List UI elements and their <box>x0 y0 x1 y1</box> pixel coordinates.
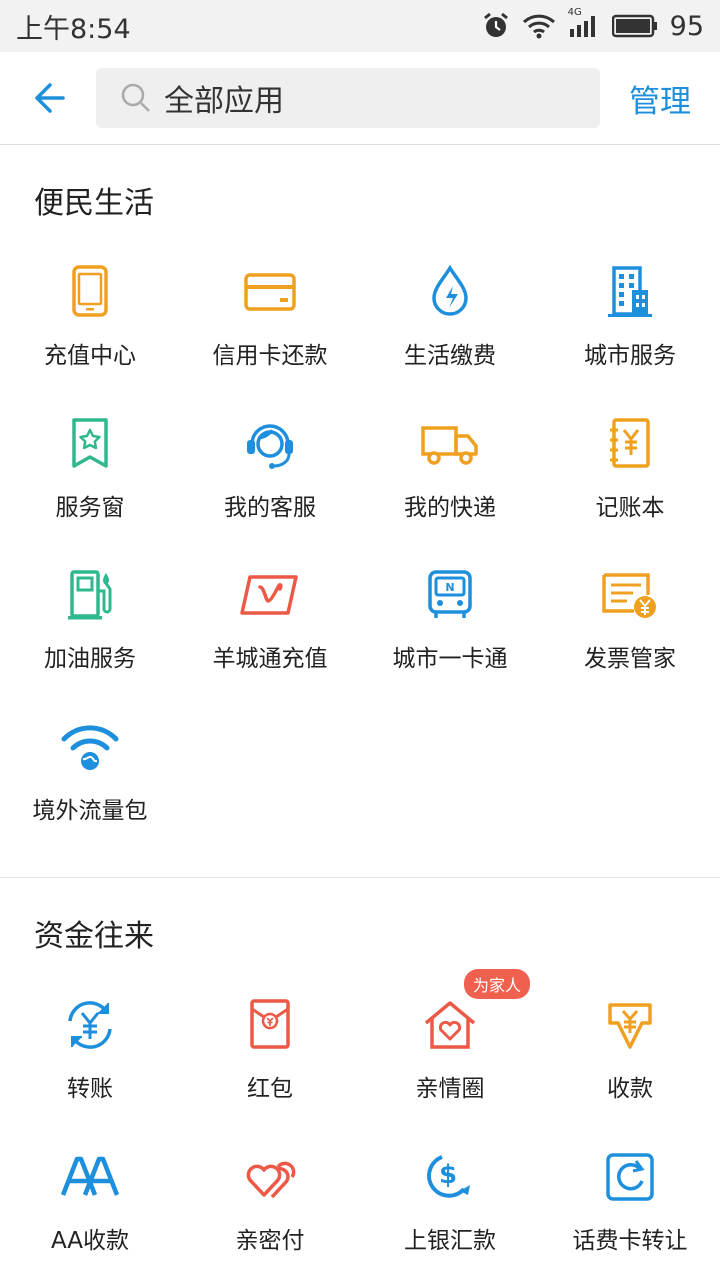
yangchengtong-card-icon <box>240 565 300 625</box>
app-label: 服务窗 <box>55 494 125 521</box>
network-type: 4G <box>567 7 582 18</box>
app-label: 亲情圈 <box>415 1076 485 1102</box>
alarm-icon <box>482 12 510 40</box>
app-gas-service[interactable]: 加油服务 <box>0 545 180 697</box>
app-label: 转账 <box>67 1076 113 1102</box>
status-icons: 4G 95 <box>482 7 704 42</box>
receive-money-icon <box>600 995 660 1055</box>
status-bar: 上午8:54 4G 95 <box>0 0 720 52</box>
wifi-icon <box>522 13 556 39</box>
app-label: 充值中心 <box>44 343 136 369</box>
app-my-customer-service[interactable]: 我的客服 <box>180 394 360 546</box>
app-label: 收款 <box>607 1076 653 1102</box>
invoice-icon <box>600 565 660 625</box>
app-credit-card-repay[interactable]: 信用卡还款 <box>180 242 360 394</box>
section-title-zijin: 资金往来 <box>34 919 154 954</box>
app-invoice-manager[interactable]: 发票管家 <box>540 545 720 697</box>
app-aa-collection[interactable]: AA收款 <box>0 1127 180 1279</box>
app-family-circle[interactable]: 为家人 亲情圈 <box>360 969 540 1127</box>
aa-icon <box>60 1147 120 1207</box>
app-label: 亲密付 <box>235 1227 305 1254</box>
app-utility-payment[interactable]: 生活缴费 <box>360 242 540 394</box>
family-house-heart-icon <box>420 995 480 1055</box>
app-intimate-pay[interactable]: 亲密付 <box>180 1127 360 1279</box>
app-label: 城市服务 <box>584 343 676 369</box>
app-label: 羊城通充值 <box>212 646 328 672</box>
headset-agent-icon <box>240 414 300 474</box>
app-label: 生活缴费 <box>404 343 496 369</box>
svg-text:N: N <box>445 581 454 594</box>
card-transfer-icon <box>600 1147 660 1207</box>
app-label: AA收款 <box>50 1227 130 1254</box>
building-icon <box>600 262 660 322</box>
bus-card-icon: N <box>420 565 480 625</box>
app-account-book[interactable]: 记账本 <box>540 394 720 546</box>
app-red-envelope[interactable]: 红包 <box>180 975 360 1127</box>
svg-text:$: $ <box>439 1160 457 1190</box>
app-label: 境外流量包 <box>32 797 148 824</box>
section-divider <box>0 877 720 878</box>
bookmark-star-icon <box>60 414 120 474</box>
app-city-card[interactable]: N 城市一卡通 <box>360 545 540 697</box>
app-transfer[interactable]: 转账 <box>0 975 180 1127</box>
transfer-yuan-icon <box>60 995 120 1055</box>
app-label: 城市一卡通 <box>392 646 508 672</box>
app-grid-zijin: 转账 红包 为家人 亲情圈 收款 AA收款 亲密付 $ 上银汇款 话费卡转让 <box>0 969 720 1279</box>
wifi-globe-icon <box>60 717 120 777</box>
header-bar: 全部应用 管理 <box>0 52 720 145</box>
credit-card-icon <box>240 262 300 322</box>
app-city-service[interactable]: 城市服务 <box>540 242 720 394</box>
app-label: 加油服务 <box>44 646 136 672</box>
app-label: 上银汇款 <box>404 1227 496 1254</box>
app-grid-bianmin: 充值中心 信用卡还款 生活缴费 城市服务 服务窗 我的客服 我的快递 记账本 加… <box>0 242 720 848</box>
dollar-remit-icon: $ <box>420 1147 480 1207</box>
app-receive-money[interactable]: 收款 <box>540 975 720 1127</box>
app-my-express[interactable]: 我的快递 <box>360 394 540 546</box>
phone-icon <box>60 262 120 322</box>
app-label: 发票管家 <box>584 646 676 672</box>
app-overseas-data[interactable]: 境外流量包 <box>0 697 180 849</box>
back-button[interactable] <box>0 52 96 145</box>
search-input[interactable]: 全部应用 <box>96 68 600 128</box>
app-label: 红包 <box>247 1076 293 1102</box>
family-badge: 为家人 <box>464 969 531 999</box>
delivery-truck-icon <box>420 414 480 474</box>
search-placeholder: 全部应用 <box>164 84 284 119</box>
app-label: 我的客服 <box>224 494 316 521</box>
manage-button[interactable]: 管理 <box>600 76 720 121</box>
app-label: 我的快递 <box>404 494 496 521</box>
red-envelope-icon <box>240 995 300 1055</box>
app-label: 信用卡还款 <box>212 343 328 369</box>
app-service-window[interactable]: 服务窗 <box>0 394 180 546</box>
ledger-yuan-icon <box>600 414 660 474</box>
app-yangchengtong-recharge[interactable]: 羊城通充值 <box>180 545 360 697</box>
status-time: 上午8:54 <box>16 13 131 45</box>
battery-level: 95 <box>669 10 704 42</box>
search-icon <box>121 83 150 112</box>
water-drop-bolt-icon <box>420 262 480 322</box>
app-label: 记账本 <box>595 494 665 521</box>
app-label: 话费卡转让 <box>572 1227 688 1254</box>
gas-pump-icon <box>60 565 120 625</box>
signal-icon: 4G <box>568 7 600 39</box>
back-arrow-icon <box>35 83 65 113</box>
double-heart-icon <box>240 1147 300 1207</box>
app-bank-remit[interactable]: $ 上银汇款 <box>360 1127 540 1279</box>
section-title-bianmin: 便民生活 <box>34 186 154 221</box>
app-phone-card-transfer[interactable]: 话费卡转让 <box>540 1127 720 1279</box>
battery-icon <box>611 14 658 38</box>
app-recharge-center[interactable]: 充值中心 <box>0 242 180 394</box>
